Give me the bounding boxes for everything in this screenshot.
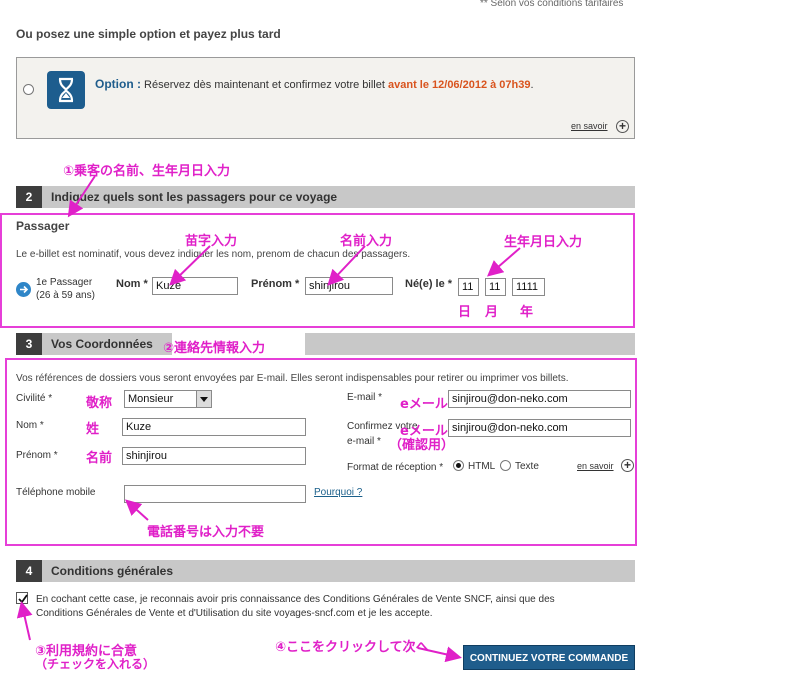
- hourglass-icon: [47, 71, 85, 109]
- tel-input[interactable]: [124, 485, 306, 503]
- section-4-number: 4: [16, 560, 42, 582]
- terms-text-line-2: Conditions Générales de Vente et d'Utili…: [36, 608, 433, 619]
- tariff-note: ** Selon vos conditions tarifaires: [480, 0, 624, 9]
- passenger-subtitle: Passager: [16, 219, 70, 233]
- format-texte-radio[interactable]: [500, 460, 511, 471]
- contact-nom-label: Nom *: [16, 420, 44, 431]
- annotation-phone: 電話番号は入力不要: [147, 525, 265, 540]
- nom-input[interactable]: Kuze: [152, 277, 238, 295]
- contact-more-link[interactable]: en savoir: [577, 461, 614, 471]
- dob-month-input[interactable]: 11: [485, 278, 506, 296]
- confirm-email-label-2: e-mail *: [347, 436, 381, 447]
- email-input[interactable]: sinjirou@don-neko.com: [448, 390, 631, 408]
- dob-label: Né(e) le *: [405, 278, 453, 290]
- format-label: Format de réception *: [347, 462, 444, 473]
- annotation-keisho: 敬称: [86, 396, 113, 411]
- section-2-number: 2: [16, 186, 42, 208]
- dob-year-input[interactable]: 1111: [512, 278, 545, 296]
- annotation-month: 月: [485, 305, 499, 320]
- annotation-continue: ④ここをクリックして次へ: [275, 640, 429, 655]
- option-box: Option : Réservez dès maintenant et conf…: [16, 57, 635, 139]
- arrow-terms: [16, 601, 33, 641]
- civilite-label: Civilité *: [16, 393, 53, 404]
- annotation-email-confirm-note: （確認用）: [389, 438, 455, 453]
- annotation-surname: 苗字入力: [185, 234, 238, 249]
- contact-prenom-label: Prénom *: [16, 450, 58, 461]
- contact-info: Vos références de dossiers vous seront e…: [16, 373, 569, 384]
- prenom-input[interactable]: shinjirou: [305, 277, 393, 295]
- plus-circle-icon[interactable]: +: [621, 459, 634, 472]
- annotation-sei: 姓: [86, 422, 100, 437]
- dob-day-input[interactable]: 11: [458, 278, 479, 296]
- arrow-right-circle-icon: [16, 282, 31, 297]
- passenger-info: Le e-billet est nominatif, vous devez in…: [16, 249, 411, 260]
- option-period: .: [530, 79, 534, 91]
- annotation-namae: 名前: [86, 451, 113, 466]
- continue-button[interactable]: CONTINUEZ VOTRE COMMANDE: [463, 645, 635, 670]
- confirm-email-input[interactable]: sinjirou@don-neko.com: [448, 419, 631, 437]
- section-3-title: Vos Coordonnées: [51, 337, 153, 351]
- email-label: E-mail *: [347, 392, 383, 403]
- civilite-select[interactable]: Monsieur: [124, 390, 212, 408]
- nom-label: Nom *: [116, 278, 148, 290]
- option-more-link[interactable]: en savoir: [571, 121, 608, 131]
- annotation-day: 日: [458, 305, 472, 320]
- annotation-passenger: ①乗客の名前、生年月日入力: [63, 164, 231, 179]
- terms-text-line-1: En cochant cette case, je reconnais avoi…: [36, 594, 555, 605]
- tel-label: Téléphone mobile: [16, 487, 96, 498]
- annotation-email: eメール: [400, 397, 448, 412]
- prenom-label: Prénom *: [251, 278, 300, 290]
- section-3-number: 3: [16, 333, 42, 355]
- passenger-age: (26 à 59 ans): [36, 290, 95, 301]
- annotation-year: 年: [520, 305, 534, 320]
- section-2-title: Indiquez quels sont les passagers pour c…: [51, 190, 338, 204]
- format-html-radio[interactable]: [453, 460, 464, 471]
- section-4-header: 4 Conditions générales: [16, 560, 635, 582]
- section-4-title: Conditions générales: [51, 564, 174, 578]
- annotation-terms-note: （チェックを入れる）: [35, 657, 156, 671]
- format-texte-label: Texte: [515, 461, 539, 472]
- option-title: Option :: [95, 77, 141, 91]
- intro-heading: Ou posez une simple option et payez plus…: [16, 27, 281, 41]
- terms-checkbox[interactable]: [16, 592, 28, 604]
- format-html-label: HTML: [468, 461, 496, 472]
- option-radio[interactable]: [23, 84, 34, 95]
- plus-circle-icon[interactable]: +: [616, 120, 629, 133]
- section-2-header: 2 Indiquez quels sont les passagers pour…: [16, 186, 635, 208]
- chevron-down-icon[interactable]: [196, 391, 211, 407]
- option-text: Réservez dès maintenant et confirmez vot…: [140, 79, 388, 91]
- pourquoi-link[interactable]: Pourquoi ?: [314, 487, 362, 498]
- contact-prenom-input[interactable]: shinjirou: [122, 447, 306, 465]
- contact-nom-input[interactable]: Kuze: [122, 418, 306, 436]
- option-deadline: avant le 12/06/2012 à 07h39: [388, 79, 531, 91]
- passenger-label: 1e Passager: [36, 277, 93, 288]
- civilite-value: Monsieur: [128, 393, 174, 405]
- annotation-dob: 生年月日入力: [504, 235, 583, 250]
- annotation-contact: ②連絡先情報入力: [163, 341, 266, 356]
- annotation-given-name: 名前入力: [340, 234, 393, 249]
